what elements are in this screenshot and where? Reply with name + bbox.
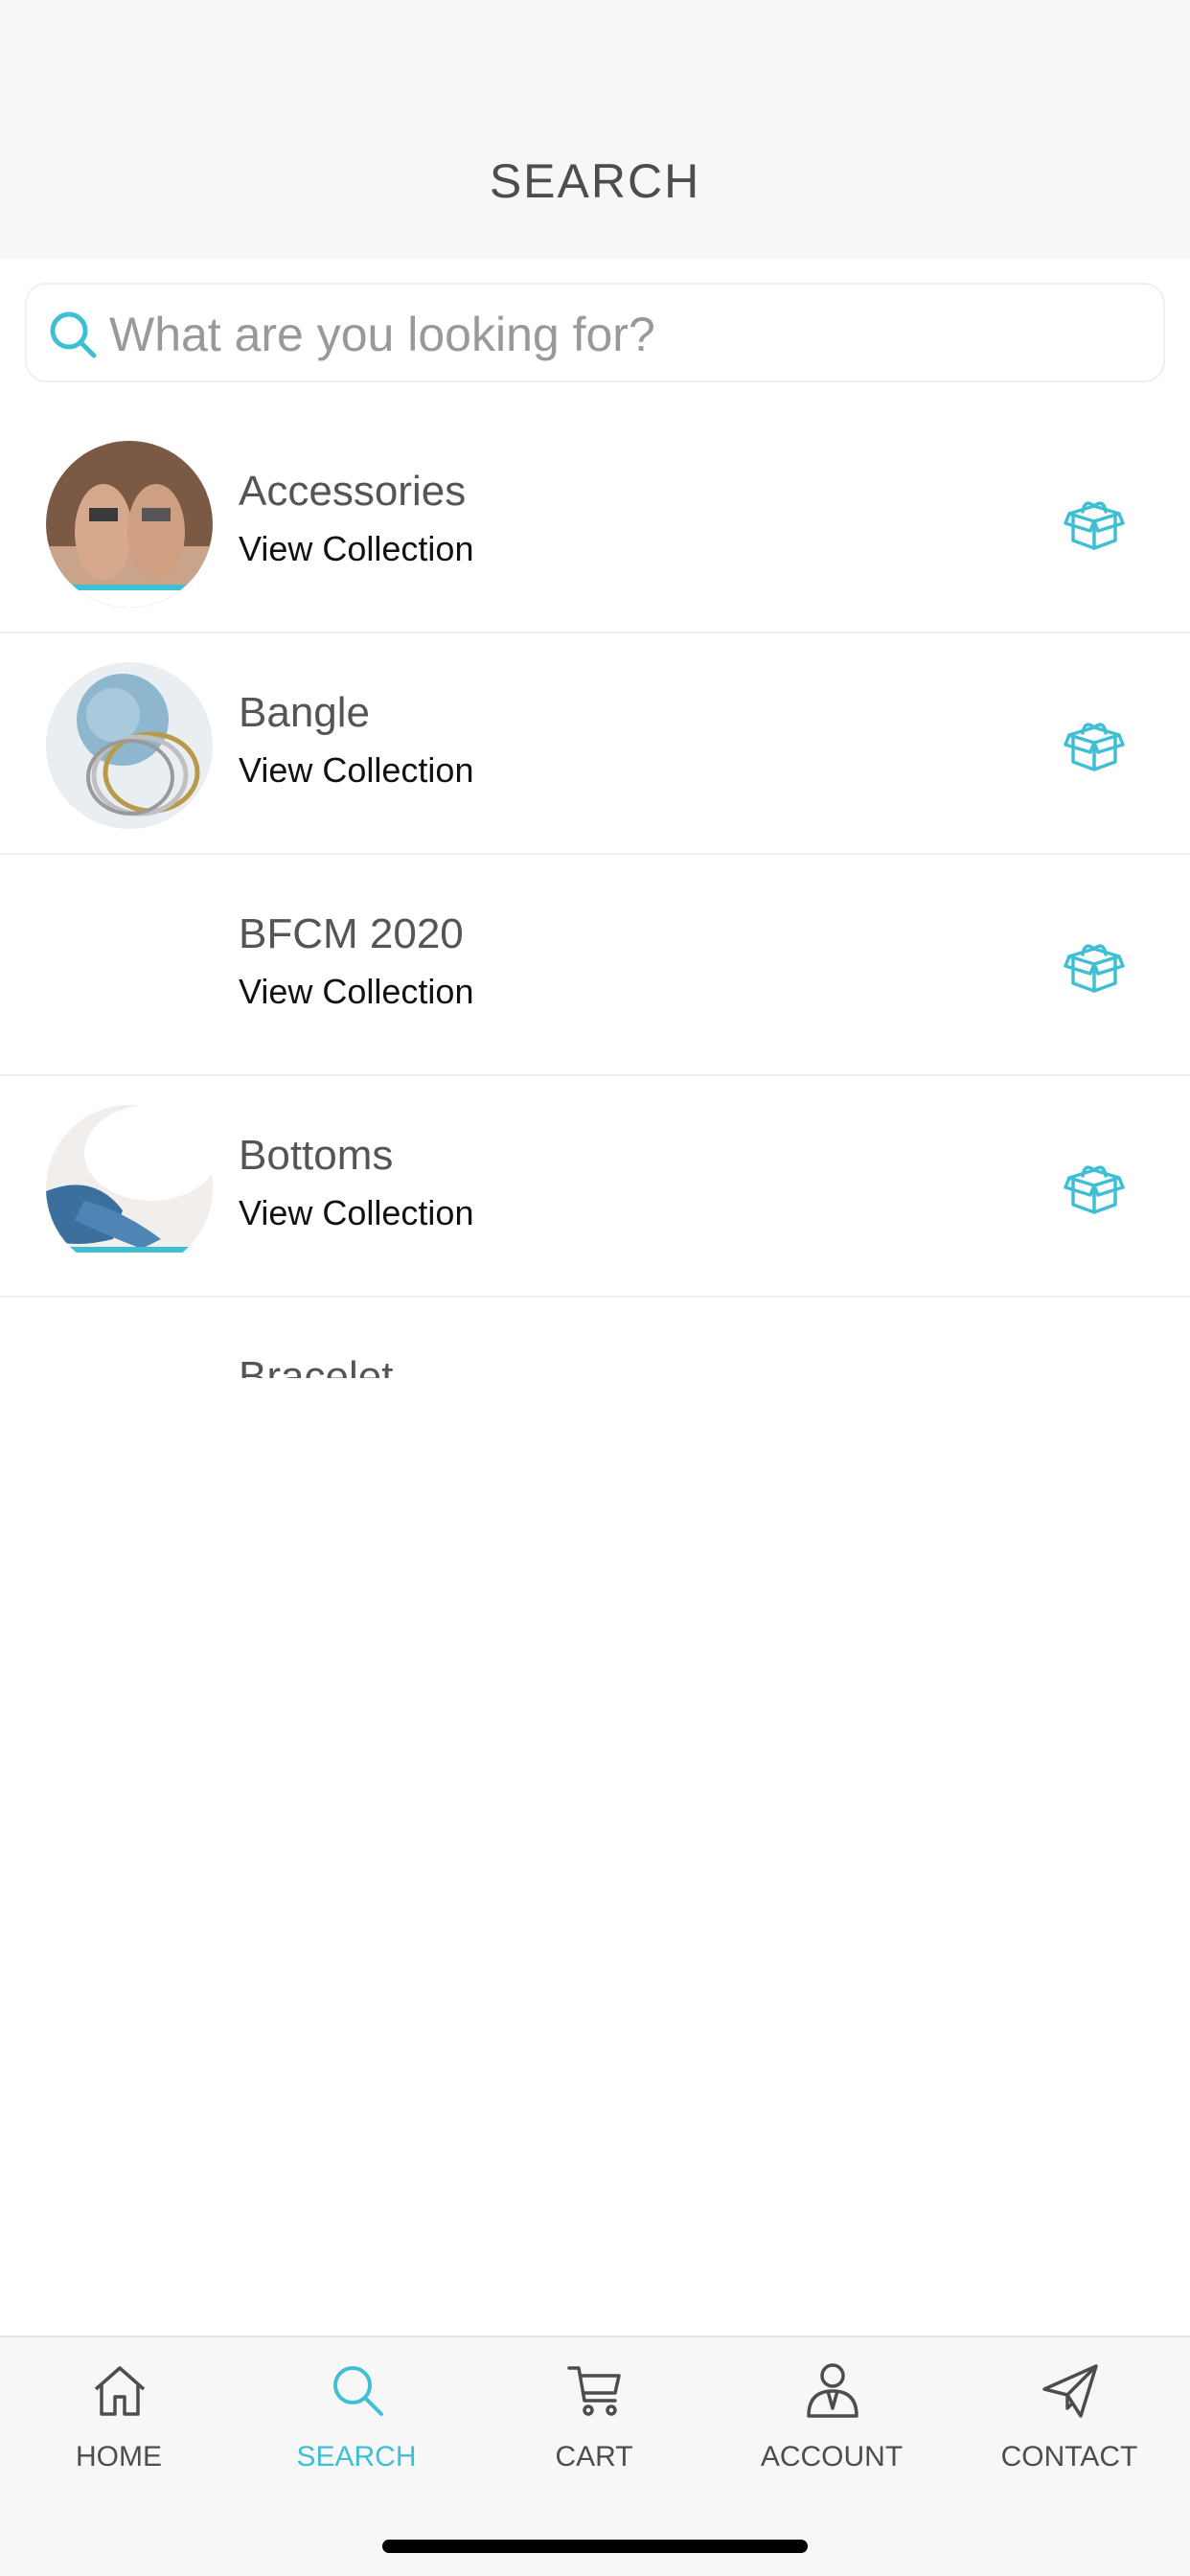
collection-title: Bangle [239, 689, 371, 736]
collection-thumbnail [46, 441, 213, 608]
home-indicator [382, 2540, 808, 2553]
tab-label: ACCOUNT [760, 2441, 904, 2472]
search-bar[interactable] [25, 283, 1165, 382]
tab-label: HOME [76, 2441, 162, 2472]
collection-row[interactable]: BraceletView Collection [0, 1298, 1190, 1378]
view-collection-link[interactable]: View Collection [239, 1193, 473, 1233]
collection-row[interactable]: Bottoms View Collection [0, 1076, 1190, 1298]
tab-cart[interactable]: CART [475, 2337, 713, 2510]
gift-box-icon[interactable] [1064, 714, 1125, 775]
gift-box-icon[interactable] [1064, 935, 1125, 997]
view-collection-link[interactable]: View Collection [239, 972, 473, 1012]
collection-row[interactable]: BFCM 2020 View Collection [0, 855, 1190, 1076]
tab-account[interactable]: ACCOUNT [713, 2337, 950, 2510]
paper-plane-icon [1041, 2360, 1100, 2420]
search-input[interactable] [107, 302, 1146, 367]
tab-label: SEARCH [296, 2441, 417, 2472]
account-icon [803, 2360, 862, 2420]
tab-contact[interactable]: CONTACT [950, 2337, 1188, 2510]
view-collection-link[interactable]: View Collection [239, 529, 473, 569]
collection-row[interactable]: Accessories View Collection [0, 412, 1190, 633]
view-collection-link[interactable]: View Collection [239, 750, 473, 791]
collection-list[interactable]: Accessories View Collection Bangle View Col… [0, 412, 1190, 1378]
tab-search[interactable]: SEARCH [238, 2337, 475, 2510]
search-icon [50, 311, 97, 358]
collection-thumbnail [46, 884, 213, 1050]
home-icon [90, 2360, 149, 2420]
collection-row[interactable]: Bangle View Collection [0, 633, 1190, 855]
collection-title: Bracelet [239, 1353, 394, 1378]
collection-title: BFCM 2020 [239, 910, 464, 957]
collection-thumbnail [46, 662, 213, 829]
gift-box-icon[interactable] [1064, 493, 1125, 554]
page-title: SEARCH [489, 154, 701, 208]
cart-icon [565, 2360, 625, 2420]
collection-thumbnail [46, 1326, 213, 1378]
collection-thumbnail [46, 1105, 213, 1272]
collection-title: Bottoms [239, 1132, 394, 1179]
header-bar [0, 0, 1190, 259]
tab-label: CONTACT [1000, 2441, 1138, 2472]
gift-box-icon[interactable] [1064, 1157, 1125, 1218]
tab-label: CART [555, 2441, 633, 2472]
collection-title: Accessories [239, 468, 467, 515]
tab-home[interactable]: HOME [0, 2337, 238, 2510]
search-icon [328, 2360, 387, 2420]
